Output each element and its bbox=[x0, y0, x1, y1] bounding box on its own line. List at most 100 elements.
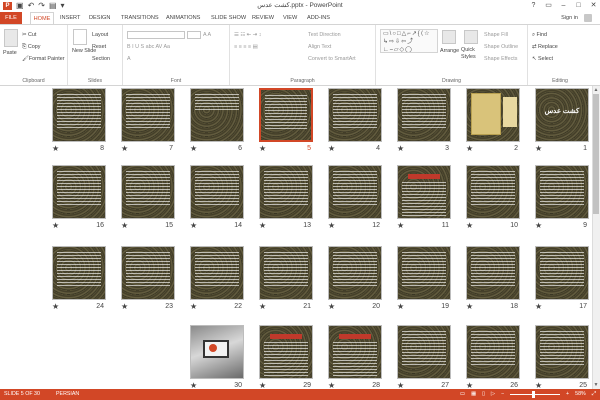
ribbon-display-icon[interactable]: ▭ bbox=[544, 0, 553, 11]
tab-design[interactable]: DESIGN bbox=[89, 12, 110, 24]
font-grow-icon[interactable]: A A bbox=[203, 31, 211, 39]
animation-star-icon[interactable]: ★ bbox=[466, 145, 473, 153]
reading-view-icon[interactable]: ▯ bbox=[482, 389, 485, 400]
slide-thumbnail[interactable] bbox=[121, 246, 175, 300]
slide-thumbnail[interactable] bbox=[190, 165, 244, 219]
font-name-combo[interactable] bbox=[127, 31, 185, 39]
avatar[interactable] bbox=[584, 14, 592, 22]
slide-thumbnail[interactable] bbox=[397, 88, 451, 142]
scroll-down-icon[interactable]: ▼ bbox=[592, 381, 600, 389]
animation-star-icon[interactable]: ★ bbox=[535, 303, 542, 311]
text-direction-button[interactable]: Text Direction bbox=[308, 31, 341, 39]
customize-qat-icon[interactable]: ▾ bbox=[61, 1, 65, 11]
animation-star-icon[interactable]: ★ bbox=[466, 222, 473, 230]
slide-thumbnail[interactable] bbox=[328, 246, 382, 300]
slide-thumbnail[interactable] bbox=[190, 88, 244, 142]
animation-star-icon[interactable]: ★ bbox=[52, 303, 59, 311]
new-slide-icon[interactable] bbox=[73, 29, 87, 45]
slide-thumbnail[interactable] bbox=[52, 165, 106, 219]
powerpoint-app-icon[interactable]: P bbox=[3, 2, 12, 10]
shape-outline-button[interactable]: Shape Outline bbox=[484, 43, 518, 51]
slide-thumbnail[interactable] bbox=[259, 88, 313, 142]
zoom-slider-knob[interactable] bbox=[532, 391, 536, 398]
slide-thumbnail[interactable] bbox=[190, 246, 244, 300]
slide-thumbnail[interactable]: کشت عدس bbox=[535, 88, 589, 142]
animation-star-icon[interactable]: ★ bbox=[466, 303, 473, 311]
zoom-slider[interactable] bbox=[510, 391, 561, 398]
font-style-buttons[interactable]: B I U S abc AV Aa bbox=[127, 43, 170, 51]
animation-star-icon[interactable]: ★ bbox=[121, 222, 128, 230]
close-button[interactable]: ✕ bbox=[589, 0, 598, 11]
help-icon[interactable]: ? bbox=[529, 0, 538, 11]
zoom-in-button[interactable]: + bbox=[566, 389, 569, 400]
animation-star-icon[interactable]: ★ bbox=[259, 145, 266, 153]
section-button[interactable]: Section bbox=[92, 55, 110, 63]
tab-home[interactable]: HOME bbox=[30, 12, 54, 24]
language-indicator[interactable]: PERSIAN bbox=[56, 389, 79, 400]
slide-thumbnail[interactable] bbox=[535, 246, 589, 300]
animation-star-icon[interactable]: ★ bbox=[190, 222, 197, 230]
replace-button[interactable]: ⇄ Replace bbox=[532, 43, 558, 51]
paste-icon[interactable] bbox=[4, 29, 18, 47]
animation-star-icon[interactable]: ★ bbox=[328, 145, 335, 153]
slide-thumbnail[interactable] bbox=[259, 165, 313, 219]
tab-add-ins[interactable]: ADD-INS bbox=[307, 12, 330, 24]
tab-transitions[interactable]: TRANSITIONS bbox=[121, 12, 159, 24]
quick-styles-button[interactable]: Quick Styles bbox=[461, 47, 481, 61]
layout-button[interactable]: Layout bbox=[92, 31, 108, 39]
tab-animations[interactable]: ANIMATIONS bbox=[166, 12, 200, 24]
slide-thumbnail[interactable] bbox=[121, 165, 175, 219]
find-button[interactable]: ⌕ Find bbox=[532, 31, 547, 39]
slide-thumbnail[interactable] bbox=[535, 165, 589, 219]
shape-fill-button[interactable]: Shape Fill bbox=[484, 31, 508, 39]
select-button[interactable]: ↖ Select bbox=[532, 55, 553, 63]
animation-star-icon[interactable]: ★ bbox=[535, 145, 542, 153]
format-painter-button[interactable]: 🖌Format Painter bbox=[22, 55, 65, 63]
align-text-button[interactable]: Align Text bbox=[308, 43, 331, 51]
animation-star-icon[interactable]: ★ bbox=[397, 303, 404, 311]
reset-button[interactable]: Reset bbox=[92, 43, 106, 51]
normal-view-icon[interactable]: ▭ bbox=[460, 389, 465, 400]
slide-thumbnail[interactable] bbox=[259, 325, 313, 379]
shapes-gallery[interactable]: ▭\○□△⌐↗{⟨☆ ↳⇨⇩⇦⤴ ∟⎯▱◇◯ bbox=[380, 29, 438, 53]
slide-thumbnail[interactable] bbox=[466, 246, 520, 300]
slide-thumbnail[interactable] bbox=[535, 325, 589, 379]
cut-button[interactable]: ✂ Cut bbox=[22, 31, 36, 39]
slide-thumbnail[interactable] bbox=[397, 246, 451, 300]
font-color-icon[interactable]: A bbox=[127, 55, 131, 63]
animation-star-icon[interactable]: ★ bbox=[52, 222, 59, 230]
animation-star-icon[interactable]: ★ bbox=[328, 222, 335, 230]
zoom-out-button[interactable]: − bbox=[501, 389, 504, 400]
tab-file[interactable]: FILE bbox=[0, 12, 22, 24]
tab-view[interactable]: VIEW bbox=[283, 12, 297, 24]
tab-review[interactable]: REVIEW bbox=[252, 12, 274, 24]
save-icon[interactable]: ▣ bbox=[16, 1, 24, 11]
arrange-button[interactable]: Arrange bbox=[440, 47, 459, 55]
list-buttons[interactable]: ☰ ☷ ⇤ ⇥ ↕ bbox=[234, 31, 261, 39]
slide-thumbnail[interactable] bbox=[397, 325, 451, 379]
tab-slide-show[interactable]: SLIDE SHOW bbox=[211, 12, 246, 24]
animation-star-icon[interactable]: ★ bbox=[121, 145, 128, 153]
slide-thumbnail[interactable] bbox=[328, 325, 382, 379]
slide-thumbnail[interactable] bbox=[52, 88, 106, 142]
slide-sorter-view-icon[interactable]: ▦ bbox=[471, 389, 476, 400]
start-slideshow-icon[interactable]: ▤ bbox=[49, 1, 57, 11]
tab-insert[interactable]: INSERT bbox=[60, 12, 80, 24]
redo-icon[interactable]: ↷ bbox=[38, 1, 45, 11]
slide-thumbnail[interactable] bbox=[466, 88, 520, 142]
undo-icon[interactable]: ↶ bbox=[28, 1, 35, 11]
paste-button[interactable]: Paste bbox=[3, 49, 17, 57]
animation-star-icon[interactable]: ★ bbox=[397, 145, 404, 153]
scroll-up-icon[interactable]: ▲ bbox=[592, 86, 600, 94]
font-size-combo[interactable] bbox=[187, 31, 201, 39]
slide-thumbnail[interactable] bbox=[397, 165, 451, 219]
slide-thumbnail[interactable] bbox=[328, 88, 382, 142]
animation-star-icon[interactable]: ★ bbox=[328, 303, 335, 311]
copy-button[interactable]: ⎘ Copy bbox=[22, 43, 40, 51]
convert-smartart-button[interactable]: Convert to SmartArt bbox=[308, 55, 356, 63]
animation-star-icon[interactable]: ★ bbox=[259, 222, 266, 230]
animation-star-icon[interactable]: ★ bbox=[121, 303, 128, 311]
animation-star-icon[interactable]: ★ bbox=[397, 222, 404, 230]
align-buttons[interactable]: ≡ ≡ ≡ ≡ ▤ bbox=[234, 43, 258, 51]
sign-in-link[interactable]: Sign in bbox=[561, 12, 578, 24]
